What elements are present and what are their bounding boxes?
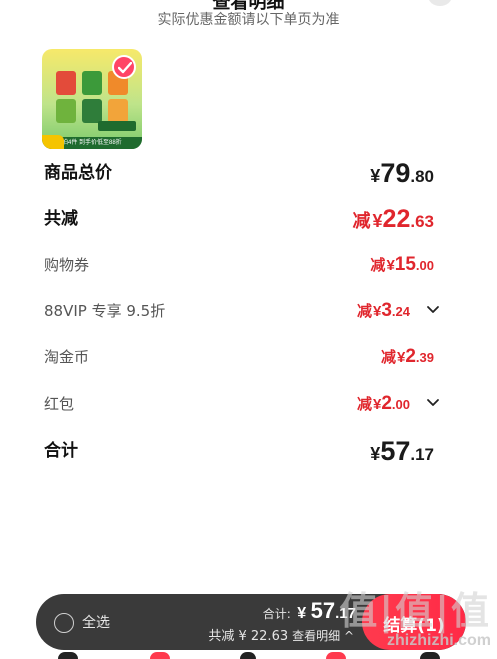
product-can-darkgreen <box>82 99 102 123</box>
peek-item <box>420 652 440 659</box>
red-packet-amount: 减¥2.00 <box>356 393 410 414</box>
goods-total-amount: ¥79.80 <box>370 158 434 188</box>
product-can-yellow <box>108 99 128 123</box>
vip-discount-amount: 减¥3.24 <box>356 300 410 321</box>
total-discount-row: 共减 减 ¥22.63 <box>44 204 444 234</box>
red-packet-row[interactable]: 红包 减¥2.00 <box>44 389 444 419</box>
coupon-amount: 减¥15.00 <box>370 254 434 275</box>
brand-logo-badge <box>42 135 64 149</box>
chevron-down-icon[interactable] <box>426 305 440 315</box>
coupon-row: 购物券 减¥15.00 <box>44 250 444 280</box>
product-can-lime <box>56 99 76 123</box>
peek-item <box>326 652 346 659</box>
taojinbi-amount: 减¥2.39 <box>380 346 434 367</box>
total-discount-amount: 减 ¥22.63 <box>352 205 434 233</box>
peek-item <box>240 652 256 659</box>
taojinbi-row: 淘金币 减¥2.39 <box>44 342 444 372</box>
goods-total-label: 商品总价 <box>44 163 112 183</box>
peek-item <box>150 652 170 659</box>
popup-subtitle: 实际优惠金额请以下单页为准 <box>157 12 340 28</box>
product-can-green <box>82 71 102 95</box>
peek-item <box>58 652 78 659</box>
select-all-checkbox[interactable] <box>54 613 74 633</box>
selected-check-icon[interactable] <box>112 55 136 79</box>
bar-saving[interactable]: 共减 ¥ 22.63 查看明细 ^ <box>208 625 354 644</box>
goods-total-row: 商品总价 ¥79.80 <box>44 158 444 188</box>
coupon-label: 购物券 <box>44 256 90 274</box>
watermark-logo: 值|值|值 <box>339 589 491 633</box>
chevron-down-icon[interactable] <box>426 398 440 408</box>
red-packet-label: 红包 <box>44 395 75 413</box>
vip-discount-label: 88VIP 专享 9.5折 <box>44 302 166 320</box>
select-all-label[interactable]: 全选 <box>82 612 110 632</box>
grand-total-label: 合计 <box>44 441 78 461</box>
saving-text: 共减 ¥ 22.63 <box>208 629 289 644</box>
product-can-red <box>56 71 76 95</box>
watermark-url: zhizhizhi.com <box>387 632 491 649</box>
vip-discount-row[interactable]: 88VIP 专享 9.5折 减¥3.24 <box>44 296 444 326</box>
taojinbi-label: 淘金币 <box>44 348 90 366</box>
grand-total-amount: ¥57.17 <box>370 436 434 466</box>
product-price-tag <box>98 121 136 131</box>
total-discount-label: 共减 <box>44 209 78 229</box>
grand-total-row: 合计 ¥57.17 <box>44 436 444 466</box>
